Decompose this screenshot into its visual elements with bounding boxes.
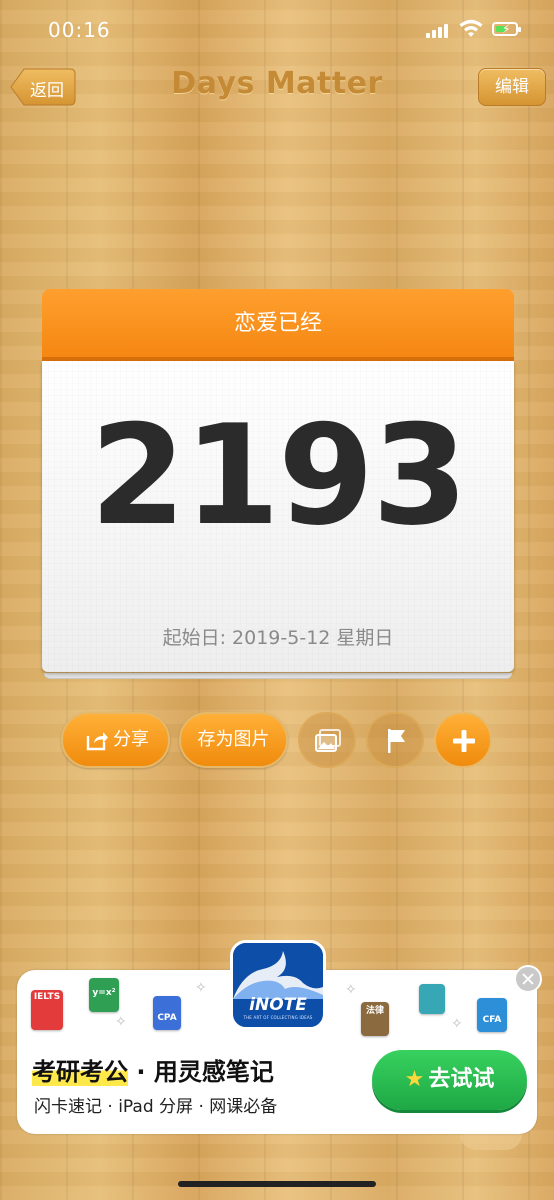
logo-tagline: THE ART OF COLLECTING IDEAS: [243, 1015, 313, 1020]
flag-icon: [388, 729, 405, 753]
ad-subline: 闪卡速记 · iPad 分屏 · 网课必备: [34, 1097, 278, 1117]
law-sticker: 法律: [361, 1002, 389, 1036]
law-sticker-text: 法律: [365, 1006, 384, 1016]
card-stack-edge: [44, 673, 512, 679]
signal-icon: [426, 24, 452, 38]
save-image-button[interactable]: 存为图片: [179, 712, 288, 768]
card-title: 恋爱已经: [42, 289, 514, 361]
cfa-sticker-text: CFA: [482, 1015, 502, 1025]
ielts-sticker-text: IELTS: [33, 992, 61, 1002]
wave-icon: [233, 943, 323, 999]
sparkle-icon: ✧: [195, 980, 207, 996]
photo-icon: [315, 729, 341, 752]
cpa-sticker: CPA: [153, 996, 181, 1030]
ielts-sticker: IELTS: [31, 990, 63, 1030]
status-time: 00:16: [48, 18, 111, 42]
page-title: Days Matter: [171, 66, 383, 101]
inote-logo: iNOTE THE ART OF COLLECTING IDEAS: [230, 940, 326, 1030]
ad-close-icon[interactable]: [514, 965, 542, 993]
status-bar: 00:16 ⚡: [0, 0, 554, 60]
card-body: 2193 起始日: 2019-5-12 星期日: [42, 361, 514, 672]
ad-cta-label: 去试试: [428, 1067, 495, 1092]
ad-cta-button[interactable]: ★ 去试试: [372, 1050, 527, 1110]
ad-headline-rest: · 用灵感笔记: [128, 1058, 274, 1086]
star-icon: ★: [404, 1067, 425, 1092]
edit-button[interactable]: 编辑: [478, 68, 546, 106]
math-sticker-text: y=x²: [92, 988, 116, 998]
photo-button[interactable]: [298, 712, 356, 768]
days-card: 恋爱已经 2193 起始日: 2019-5-12 星期日: [42, 289, 514, 679]
sparkle-icon: ✧: [451, 1016, 463, 1032]
ad-headline: 考研考公 · 用灵感笔记: [32, 1052, 274, 1087]
wifi-icon: [459, 19, 483, 37]
globe-sticker: [419, 984, 445, 1014]
day-count: 2193: [89, 395, 468, 556]
home-indicator[interactable]: [178, 1181, 376, 1187]
ad-headline-highlight: 考研考公: [32, 1058, 128, 1086]
cpa-sticker-text: CPA: [157, 1013, 177, 1023]
sparkle-icon: ✧: [345, 982, 357, 998]
battery-icon: ⚡: [492, 22, 521, 36]
plus-icon: [453, 730, 475, 752]
math-sticker: y=x²: [89, 978, 119, 1012]
action-bar: 分享 存为图片: [0, 712, 554, 770]
add-button[interactable]: [434, 712, 492, 768]
share-label: 分享: [113, 729, 149, 750]
start-date: 起始日: 2019-5-12 星期日: [162, 627, 394, 649]
share-button[interactable]: 分享: [61, 712, 170, 768]
sparkle-icon: ✧: [115, 1014, 127, 1030]
logo-text: iNOTE: [249, 995, 307, 1015]
share-icon: [86, 732, 108, 751]
flag-button[interactable]: [366, 712, 424, 768]
cfa-sticker: CFA: [477, 998, 507, 1032]
hidden-bottom-button: [460, 1134, 522, 1150]
